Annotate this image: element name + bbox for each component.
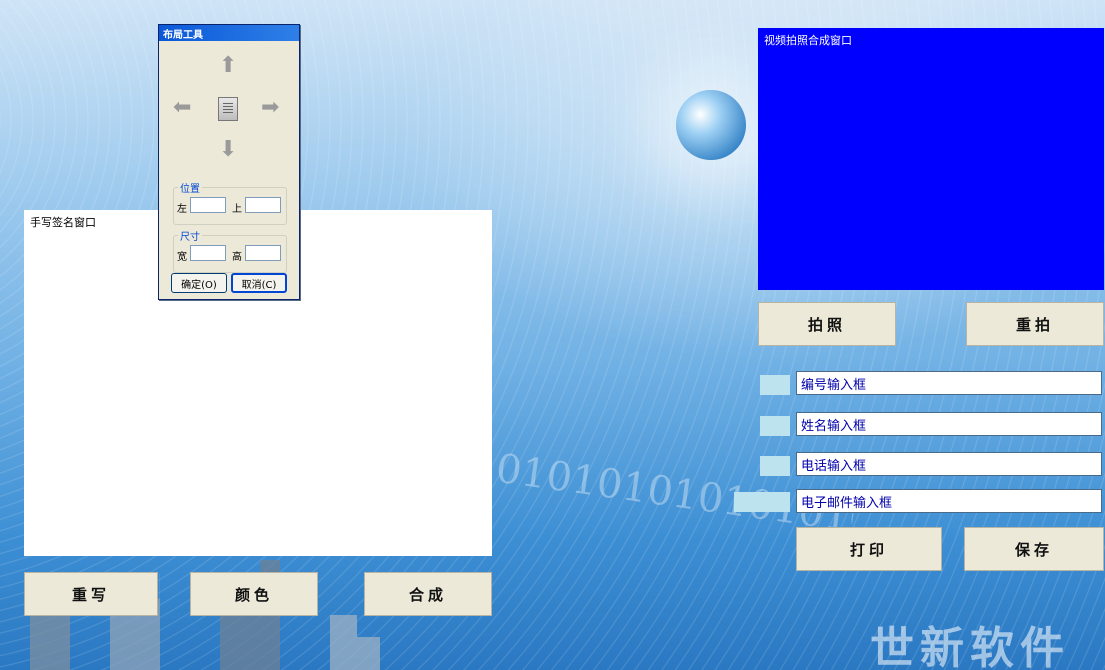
video-panel: 视频拍照合成窗口 (758, 28, 1104, 290)
name-input[interactable] (796, 412, 1102, 436)
cancel-button[interactable]: 取消(C) (231, 273, 287, 293)
phone-field-label (760, 456, 790, 476)
left-input[interactable] (190, 197, 226, 213)
brand-watermark: 世新软件 (870, 623, 1070, 670)
id-field-label (760, 375, 790, 395)
left-label: 左 (177, 204, 187, 215)
position-group-title: 位置 (178, 180, 202, 195)
retake-button[interactable]: 重拍 (966, 302, 1104, 346)
email-field-label (734, 492, 790, 512)
email-input[interactable] (796, 489, 1102, 513)
arrow-down-icon[interactable]: ⬇ (219, 139, 237, 161)
arrow-right-icon[interactable]: ➡ (261, 97, 279, 119)
top-input[interactable] (245, 197, 281, 213)
arrow-up-icon[interactable]: ⬆ (219, 55, 237, 77)
dialog-title: 布局工具 (159, 25, 299, 41)
id-input[interactable] (796, 371, 1102, 395)
size-group-title: 尺寸 (178, 228, 202, 243)
phone-input[interactable] (796, 452, 1102, 476)
name-field-label (760, 416, 790, 436)
save-button[interactable]: 保存 (964, 527, 1104, 571)
position-group: 位置 左 上 (173, 180, 287, 225)
width-input[interactable] (190, 245, 226, 261)
size-group: 尺寸 宽 高 (173, 228, 287, 273)
globe-graphic (676, 90, 746, 160)
video-panel-label: 视频拍照合成窗口 (764, 34, 852, 47)
ok-button[interactable]: 确定(O) (171, 273, 227, 293)
compose-button[interactable]: 合成 (364, 572, 492, 616)
color-button[interactable]: 颜色 (190, 572, 318, 616)
document-icon[interactable] (218, 97, 238, 121)
arrow-left-icon[interactable]: ⬅ (173, 97, 191, 119)
take-photo-button[interactable]: 拍照 (758, 302, 896, 346)
height-input[interactable] (245, 245, 281, 261)
width-label: 宽 (177, 252, 187, 263)
rewrite-button[interactable]: 重写 (24, 572, 158, 616)
print-button[interactable]: 打印 (796, 527, 942, 571)
height-label: 高 (232, 252, 242, 263)
signature-panel-label: 手写签名窗口 (30, 216, 96, 229)
top-label: 上 (232, 204, 242, 215)
layout-tool-dialog: 布局工具 ⬆ ⬅ ➡ ⬇ 位置 左 上 尺寸 宽 高 确定(O) 取消(C) (158, 24, 300, 300)
